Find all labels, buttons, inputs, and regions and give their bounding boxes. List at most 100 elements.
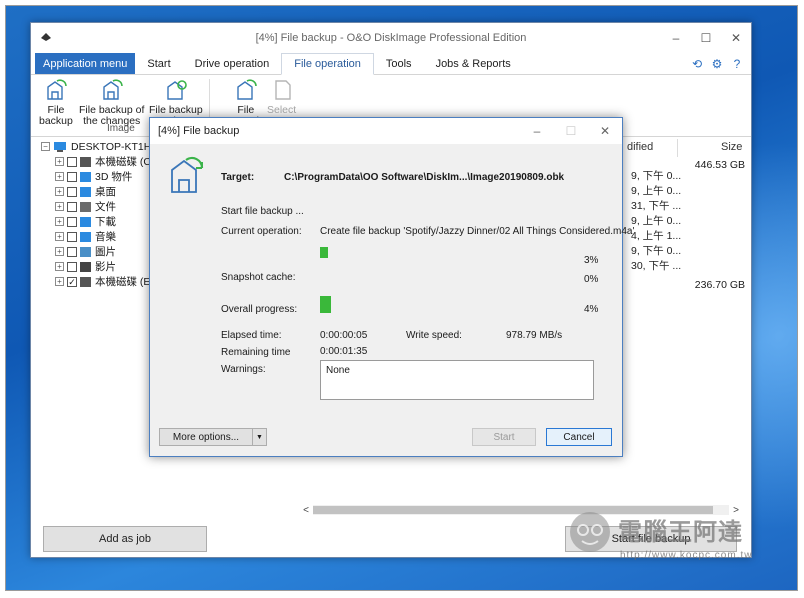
tree-item-checkbox[interactable]	[67, 201, 77, 212]
application-menu-button[interactable]: Application menu	[35, 53, 136, 74]
size-column: 446.53 GB 236.70 GB	[687, 159, 745, 294]
target-label: Target:	[221, 172, 255, 183]
current-operation-value: Create file backup 'Spotify/Jazzy Dinner…	[320, 226, 635, 237]
tree-item-label: 桌面	[95, 186, 116, 198]
elapsed-time-label: Elapsed time:	[221, 330, 282, 341]
cancel-button[interactable]: Cancel	[546, 428, 612, 446]
scroll-left-icon[interactable]: <	[299, 505, 313, 516]
expand-icon[interactable]: +	[55, 217, 64, 226]
dialog-close-icon[interactable]: ✕	[588, 118, 622, 144]
tree-item-label: 影片	[95, 261, 116, 273]
chevron-down-icon[interactable]: ▼	[252, 429, 266, 445]
ribbon-group-label: Image	[107, 123, 135, 134]
overall-progress-percent: 4%	[584, 304, 599, 315]
expand-icon[interactable]: +	[55, 277, 64, 286]
expand-icon[interactable]: +	[55, 187, 64, 196]
warnings-label: Warnings:	[221, 364, 266, 375]
current-operation-percent: 3%	[584, 255, 599, 266]
modified-column: 9, 下午 0... 9, 上午 0... 31, 下午 ... 9, 上午 0…	[631, 169, 681, 274]
tab-drive-operation[interactable]: Drive operation	[183, 53, 282, 74]
expand-icon[interactable]: +	[55, 157, 64, 166]
watermark-mascot-icon	[570, 512, 610, 552]
tab-jobs-reports[interactable]: Jobs & Reports	[424, 53, 523, 74]
modified-cell: 9, 下午 0...	[631, 170, 682, 182]
expand-icon[interactable]: +	[55, 247, 64, 256]
tree-item-checkbox[interactable]: ✓	[67, 276, 77, 287]
tab-file-operation[interactable]: File operation	[281, 53, 374, 75]
watermark: 電腦王阿達 http://www.kocpc.com.tw	[566, 506, 786, 586]
computer-icon	[54, 141, 66, 152]
dialog-maximize-icon: ☐	[565, 124, 577, 138]
folder-icon	[80, 261, 91, 272]
add-as-job-button[interactable]: Add as job	[43, 526, 207, 552]
expand-icon[interactable]: +	[55, 202, 64, 211]
refresh-icon[interactable]: ⟲	[689, 56, 705, 72]
target-value: C:\ProgramData\OO Software\DiskIm...\Ima…	[284, 172, 565, 183]
folder-icon	[80, 276, 91, 287]
modified-cell: 9, 上午 0...	[631, 215, 682, 227]
title-bar: [4%] File backup - O&O DiskImage Profess…	[31, 23, 751, 53]
app-logo-icon	[41, 33, 51, 41]
file-backup-options-icon	[167, 80, 187, 100]
tree-item-checkbox[interactable]	[67, 156, 77, 167]
warnings-box: None	[320, 360, 594, 400]
overall-progress-label: Overall progress:	[221, 304, 298, 315]
tab-tools[interactable]: Tools	[374, 53, 424, 74]
more-options-button[interactable]: More options... ▼	[159, 428, 267, 446]
expand-icon[interactable]: +	[55, 172, 64, 181]
file-restoration-icon	[237, 79, 257, 100]
expand-icon[interactable]: +	[55, 232, 64, 241]
tree-item-checkbox[interactable]	[67, 246, 77, 257]
folder-icon	[80, 186, 91, 197]
tree-item-label: 3D 物件	[95, 171, 133, 183]
tree-item-checkbox[interactable]	[67, 171, 77, 182]
tree-item-checkbox[interactable]	[67, 231, 77, 242]
collapse-icon[interactable]: −	[41, 142, 50, 151]
remaining-time-label: Remaining time	[221, 347, 291, 358]
file-backup-changes-icon	[102, 79, 123, 100]
modified-cell: 30, 下午 ...	[631, 260, 682, 272]
expand-icon[interactable]: +	[55, 262, 64, 271]
tab-start[interactable]: Start	[135, 53, 182, 74]
file-backup-dialog: [4%] File backup – ☐ ✕ Target: C:\Progra…	[149, 117, 634, 457]
folder-icon	[80, 216, 91, 227]
remaining-time-value: 0:00:01:35	[320, 346, 368, 357]
tree-item-checkbox[interactable]	[67, 261, 77, 272]
overall-progress-bar	[320, 296, 331, 313]
help-icon[interactable]: ?	[729, 56, 745, 72]
dialog-body: Target: C:\ProgramData\OO Software\DiskI…	[150, 144, 634, 456]
select-target-icon	[274, 80, 291, 100]
dialog-minimize-icon[interactable]: –	[520, 118, 554, 144]
window-title: [4%] File backup - O&O DiskImage Profess…	[255, 32, 527, 44]
minimize-icon[interactable]: –	[661, 23, 691, 53]
current-operation-label: Current operation:	[221, 226, 302, 237]
gear-icon[interactable]: ⚙	[709, 56, 725, 72]
dialog-title-bar: [4%] File backup – ☐ ✕	[150, 118, 622, 144]
menu-bar: Application menu Start Drive operation F…	[31, 53, 751, 75]
elapsed-time-value: 0:00:00:05	[320, 330, 368, 341]
start-button[interactable]: Start	[472, 428, 536, 446]
file-backup-changes-button[interactable]: File backup of the changes	[79, 77, 144, 127]
folder-icon	[80, 201, 91, 212]
current-operation-progress-bar	[320, 247, 328, 258]
folder-icon	[80, 156, 91, 167]
maximize-icon[interactable]: ☐	[691, 23, 721, 53]
column-header-size[interactable]: Size	[721, 141, 742, 153]
file-backup-large-icon	[171, 156, 204, 193]
watermark-url: http://www.kocpc.com.tw	[620, 550, 753, 561]
write-speed-label: Write speed:	[406, 330, 462, 341]
watermark-text: 電腦王阿達	[618, 518, 743, 546]
column-header-modified[interactable]: dified	[627, 141, 653, 153]
write-speed-value: 978.79 MB/s	[506, 330, 563, 341]
tree-item-checkbox[interactable]	[67, 186, 77, 197]
close-icon[interactable]: ✕	[721, 23, 751, 53]
tree-item-checkbox[interactable]	[67, 216, 77, 227]
tree-item-label: 圖片	[95, 246, 116, 258]
more-options-label: More options...	[172, 431, 240, 443]
column-separator[interactable]	[677, 139, 678, 157]
tree-item-label: 本機磁碟 (C:	[95, 156, 154, 168]
file-backup-button[interactable]: File backup	[39, 77, 73, 127]
tree-root-label: DESKTOP-KT1H6	[71, 140, 158, 153]
file-backup-icon	[47, 79, 67, 100]
folder-icon	[80, 231, 91, 242]
